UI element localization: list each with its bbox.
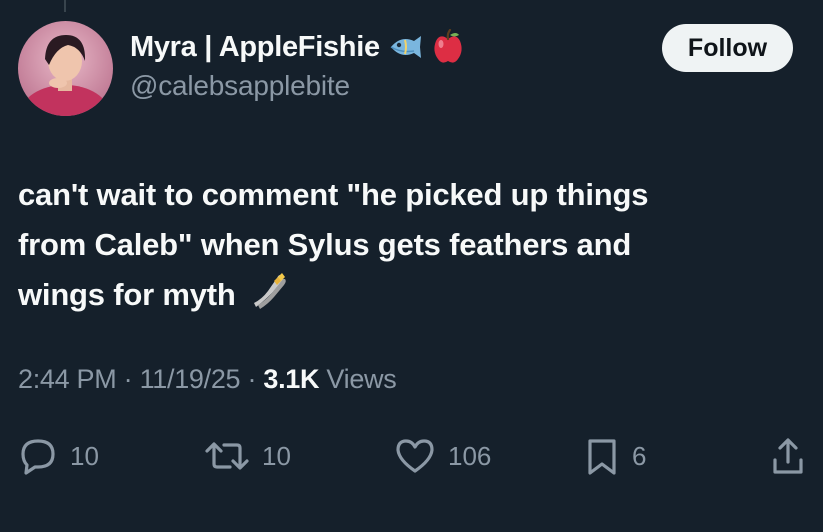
follow-button[interactable]: Follow	[662, 24, 793, 72]
tweet-metadata: 2:44 PM · 11/19/25 · 3.1K Views	[18, 364, 397, 395]
bookmark-button[interactable]: 6	[584, 430, 646, 482]
tweet-text-line-last: wings for myth	[18, 270, 798, 326]
avatar[interactable]	[18, 21, 113, 116]
tweet-text-line: can't wait to comment "he picked up thin…	[18, 177, 649, 212]
like-count: 106	[448, 440, 492, 471]
like-button[interactable]: 106	[394, 430, 491, 482]
author-display-name[interactable]: Myra | AppleFishie	[130, 31, 380, 64]
meta-separator: ·	[123, 364, 140, 394]
heart-icon	[394, 436, 436, 476]
bookmark-icon	[584, 436, 620, 476]
author-handle[interactable]: @calebsapplebite	[130, 70, 350, 102]
tweet-text-line: from Caleb" when Sylus gets feathers and	[18, 227, 632, 262]
folded-hands-emoji-icon	[252, 271, 290, 326]
repost-button[interactable]: 10	[204, 430, 291, 482]
reply-icon	[18, 436, 58, 476]
repost-icon	[204, 436, 250, 476]
action-bar: 10 10 106 6	[0, 430, 823, 482]
share-button[interactable]	[770, 430, 806, 482]
views-count: 3.1K	[263, 364, 320, 394]
tweet-date[interactable]: 11/19/25	[140, 364, 241, 394]
bookmark-count: 6	[632, 440, 647, 471]
meta-separator: ·	[247, 364, 264, 394]
repost-count: 10	[262, 440, 291, 471]
cut-off-section-heading	[18, 518, 278, 532]
thread-connector-line	[64, 0, 66, 12]
author-name-row[interactable]: Myra | AppleFishie	[130, 28, 464, 66]
reply-count: 10	[70, 440, 99, 471]
views-label: Views	[326, 364, 397, 394]
tweet-text-line: wings for myth	[18, 277, 236, 312]
tweet-text: can't wait to comment "he picked up thin…	[18, 170, 798, 326]
share-icon	[770, 436, 806, 476]
reply-button[interactable]: 10	[18, 430, 99, 482]
fish-emoji-icon	[388, 34, 424, 60]
red-apple-emoji-icon	[432, 29, 464, 65]
tweet-detail: Myra | AppleFishie @calebsapplebite Foll…	[0, 0, 823, 532]
divider	[0, 412, 823, 413]
tweet-time[interactable]: 2:44 PM	[18, 364, 117, 394]
